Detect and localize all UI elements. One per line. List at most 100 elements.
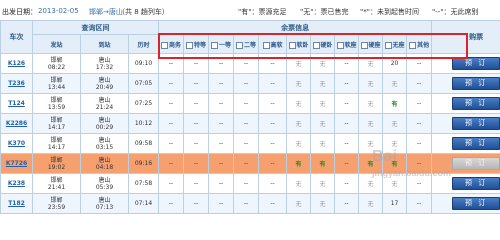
train-number-link[interactable]: K126 xyxy=(8,60,25,67)
buy-cell: 预 订 xyxy=(431,93,500,114)
seat-filter-checkbox[interactable] xyxy=(360,41,368,49)
seat-filter-checkbox[interactable] xyxy=(211,41,219,49)
seat-filter-9[interactable]: 无座 xyxy=(382,34,408,54)
col-buy: 购票 xyxy=(431,20,500,54)
to-station-cell: 唐山 21:24 xyxy=(80,93,129,114)
seat-cell: -- xyxy=(406,93,433,114)
seat-cell: 无 xyxy=(286,53,312,74)
seat-filter-2[interactable]: 一等 xyxy=(208,34,235,54)
seat-cell: -- xyxy=(258,93,288,114)
from-station-name: 邯郸 xyxy=(50,96,63,104)
table-row: K2286 邯郸 14:17 唐山 00:29 10:12 -- -- -- -- -- 无无 -- 无无… xyxy=(0,113,500,134)
train-number-cell: K7726 xyxy=(0,153,33,174)
seat-filter-checkbox[interactable] xyxy=(186,41,194,49)
seat-filter-1[interactable]: 特等 xyxy=(183,34,210,54)
seat-filter-label: 其他 xyxy=(417,41,430,49)
seat-cell: 无 xyxy=(310,53,336,74)
seat-filter-checkbox[interactable] xyxy=(336,41,344,49)
book-button[interactable]: 预 订 xyxy=(452,197,500,210)
seat-filter-3[interactable]: 二等 xyxy=(233,34,260,54)
from-station-name: 邯郸 xyxy=(50,196,63,204)
seat-cell: -- xyxy=(158,173,185,194)
seat-cell: -- xyxy=(233,73,260,94)
seat-filter-5[interactable]: 软卧 xyxy=(286,34,312,54)
from-station-time: 23:59 xyxy=(47,203,66,211)
to-station-name: 唐山 xyxy=(98,156,111,164)
from-station-time: 14:17 xyxy=(47,123,66,131)
seat-filter-checkbox[interactable] xyxy=(384,41,392,49)
book-button[interactable]: 预 订 xyxy=(452,77,500,90)
seat-filter-checkbox[interactable] xyxy=(409,41,417,49)
to-station-name: 唐山 xyxy=(98,96,111,104)
seat-cell: -- xyxy=(183,93,210,114)
to-station-time: 03:15 xyxy=(95,143,114,151)
seat-cell: -- xyxy=(183,153,210,174)
to-station-name: 唐山 xyxy=(98,136,111,144)
seat-cell: -- xyxy=(334,153,360,174)
seat-filter-label: 硬座 xyxy=(368,41,381,49)
train-number-link[interactable]: K238 xyxy=(8,180,25,187)
legend-no-seat-class: "--"：无此席别 xyxy=(432,8,479,16)
seat-cell: -- xyxy=(258,133,288,154)
train-number-cell: K370 xyxy=(0,133,33,154)
seat-filter-checkbox[interactable] xyxy=(288,41,296,49)
train-number-link[interactable]: T236 xyxy=(8,80,25,87)
train-number-cell: K238 xyxy=(0,173,33,194)
duration-cell: 10:12 xyxy=(127,113,160,134)
from-station-time: 19:02 xyxy=(47,163,66,171)
seat-cell: 有 xyxy=(310,153,336,174)
seat-cell: 无 xyxy=(310,113,336,134)
table-row: T236 邯郸 13:44 唐山 20:49 07:05 -- -- -- -- -- 无无 -- 无无 -… xyxy=(0,73,500,94)
train-number-link[interactable]: K7726 xyxy=(6,160,27,167)
seat-cell: -- xyxy=(158,193,185,214)
seat-filter-checkbox[interactable] xyxy=(312,41,320,49)
seat-cell: -- xyxy=(183,53,210,74)
seat-cell: -- xyxy=(258,193,288,214)
duration-cell: 07:05 xyxy=(127,73,160,94)
book-button[interactable]: 预 订 xyxy=(452,117,500,130)
from-station-cell: 邯郸 14:17 xyxy=(32,113,81,134)
seat-cell: 有 xyxy=(382,93,408,114)
train-number-link[interactable]: T124 xyxy=(8,100,25,107)
seat-cell: -- xyxy=(233,53,260,74)
seat-filter-0[interactable]: 商务 xyxy=(158,34,185,54)
seat-filter-8[interactable]: 硬座 xyxy=(358,34,384,54)
to-station-name: 唐山 xyxy=(98,56,111,64)
seat-cell: 无 xyxy=(310,93,336,114)
seat-cell: -- xyxy=(158,113,185,134)
seat-filter-checkbox[interactable] xyxy=(236,41,244,49)
to-station-cell: 唐山 20:49 xyxy=(80,73,129,94)
seat-cell: -- xyxy=(258,73,288,94)
train-number-link[interactable]: K370 xyxy=(8,140,25,147)
legend-not-on-sale: "*"：未到起售时间 xyxy=(360,8,419,16)
col-duration: 历时 xyxy=(127,34,160,54)
seat-filter-label: 无座 xyxy=(392,41,405,49)
to-station-time: 04:18 xyxy=(95,163,114,171)
legend-available: "有"：票源充足 xyxy=(238,8,287,16)
to-station-time: 20:49 xyxy=(95,83,114,91)
seat-cell: -- xyxy=(208,133,235,154)
seat-cell: -- xyxy=(334,193,360,214)
seat-filter-6[interactable]: 硬卧 xyxy=(310,34,336,54)
book-button[interactable]: 预 订 xyxy=(452,97,500,110)
seat-cell: 无 xyxy=(286,113,312,134)
seat-filter-label: 软卧 xyxy=(296,41,309,49)
book-button[interactable]: 预 订 xyxy=(452,57,500,70)
seat-filter-4[interactable]: 高软 xyxy=(258,34,288,54)
from-station-name: 邯郸 xyxy=(50,136,63,144)
train-number-link[interactable]: T182 xyxy=(8,200,25,207)
seat-cell: -- xyxy=(233,133,260,154)
from-station-time: 14:17 xyxy=(47,143,66,151)
seat-filter-7[interactable]: 软座 xyxy=(334,34,360,54)
duration-cell: 09:16 xyxy=(127,153,160,174)
train-number-link[interactable]: K2286 xyxy=(6,120,27,127)
seat-filter-checkbox[interactable] xyxy=(262,41,270,49)
seat-cell: 无 xyxy=(310,133,336,154)
seat-cell: 无 xyxy=(286,93,312,114)
seat-filter-10[interactable]: 其他 xyxy=(406,34,433,54)
to-station-name: 唐山 xyxy=(98,176,111,184)
seat-cell: -- xyxy=(233,173,260,194)
seat-cell: 无 xyxy=(358,53,384,74)
seat-cell: -- xyxy=(183,113,210,134)
seat-filter-checkbox[interactable] xyxy=(161,41,169,49)
